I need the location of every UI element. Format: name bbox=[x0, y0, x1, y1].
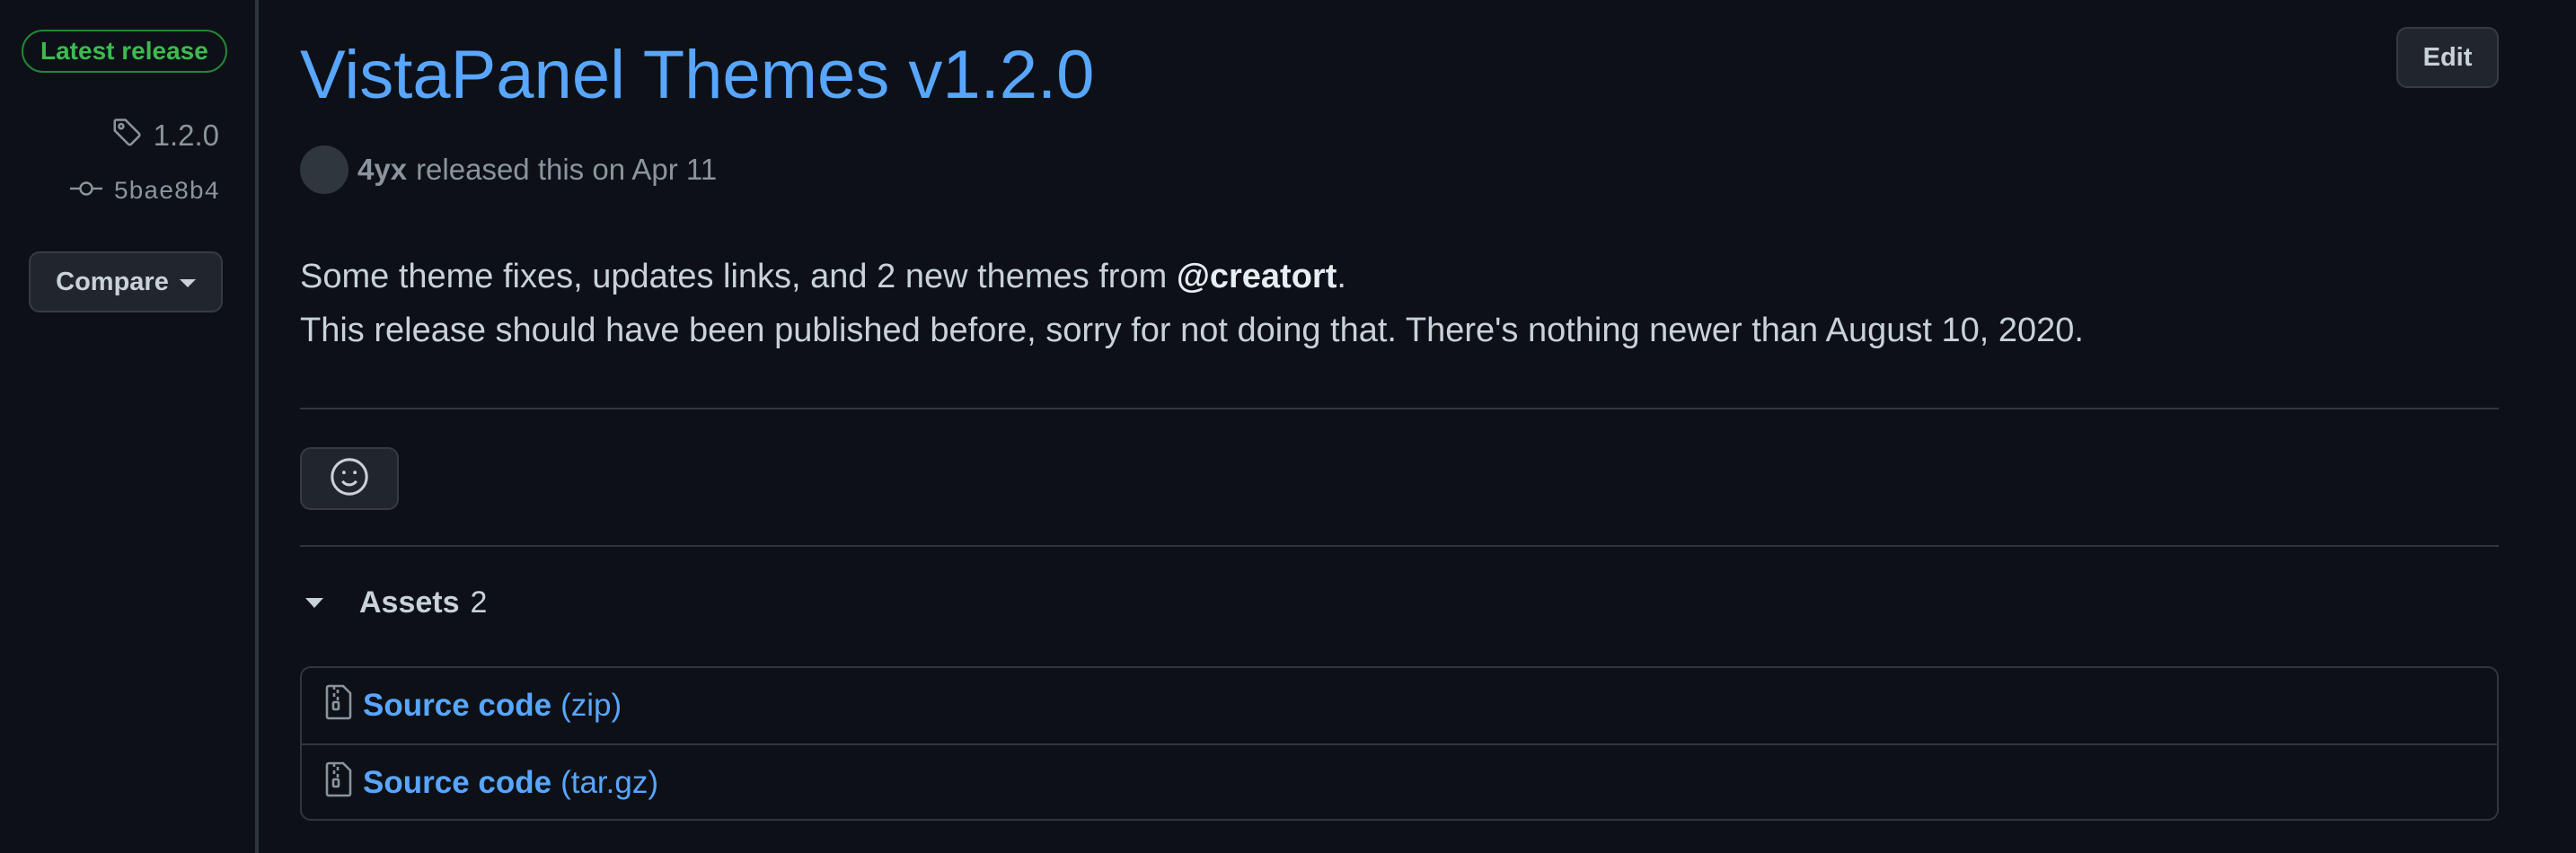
tag-icon bbox=[110, 115, 145, 156]
release-sidebar: Latest release 1.2.0 5bae8b4 Compare bbox=[0, 0, 259, 853]
latest-release-badge: Latest release bbox=[22, 30, 227, 73]
mention-link[interactable]: @creatort bbox=[1177, 258, 1337, 295]
edit-button[interactable]: Edit bbox=[2396, 27, 2499, 88]
released-text: released this on Apr 11 bbox=[416, 153, 718, 186]
release-author-row: 4yx released this on Apr 11 bbox=[300, 145, 717, 194]
compare-label: Compare bbox=[56, 267, 169, 296]
assets-list: Source code (zip) Source code (tar.gz) bbox=[300, 666, 2499, 821]
file-zip-icon bbox=[323, 684, 354, 728]
notes-line-1-text: Some theme fixes, updates links, and 2 n… bbox=[300, 258, 1177, 295]
tag-label: 1.2.0 bbox=[153, 119, 219, 152]
compare-button[interactable]: Compare bbox=[29, 251, 223, 312]
assets-count: 2 bbox=[470, 585, 488, 620]
release-main: VistaPanel Themes v1.2.0 Edit 4yx releas… bbox=[300, 0, 2499, 853]
avatar[interactable] bbox=[300, 145, 348, 194]
asset-item-targz[interactable]: Source code (tar.gz) bbox=[302, 743, 2497, 821]
triangle-down-icon bbox=[305, 598, 323, 608]
release-page: Latest release 1.2.0 5bae8b4 Compare Vis… bbox=[0, 0, 2576, 853]
add-reaction-button[interactable] bbox=[300, 447, 399, 510]
divider bbox=[300, 545, 2499, 547]
divider bbox=[300, 408, 2499, 409]
assets-label: Assets bbox=[359, 585, 460, 620]
asset-item-zip[interactable]: Source code (zip) bbox=[302, 668, 2497, 743]
git-commit-icon bbox=[68, 178, 104, 207]
commit-sha: 5bae8b4 bbox=[113, 179, 219, 207]
author-link[interactable]: 4yx bbox=[357, 153, 407, 187]
release-notes: Some theme fixes, updates links, and 2 n… bbox=[300, 250, 2084, 357]
smiley-icon bbox=[329, 456, 370, 502]
notes-line-1-suffix: . bbox=[1337, 258, 1346, 295]
asset-name[interactable]: Source code bbox=[363, 765, 551, 801]
release-notes-line-1: Some theme fixes, updates links, and 2 n… bbox=[300, 250, 2084, 303]
release-commit[interactable]: 5bae8b4 bbox=[68, 178, 219, 207]
assets-toggle[interactable]: Assets 2 bbox=[305, 585, 487, 620]
asset-ext[interactable]: (zip) bbox=[560, 688, 622, 724]
asset-ext[interactable]: (tar.gz) bbox=[560, 765, 658, 801]
file-zip-icon bbox=[323, 761, 354, 805]
caret-down-icon bbox=[179, 278, 196, 287]
release-notes-line-2: This release should have been published … bbox=[300, 312, 2084, 349]
asset-name[interactable]: Source code bbox=[363, 688, 551, 724]
release-title[interactable]: VistaPanel Themes v1.2.0 bbox=[300, 41, 1094, 110]
release-tag[interactable]: 1.2.0 bbox=[110, 115, 219, 156]
